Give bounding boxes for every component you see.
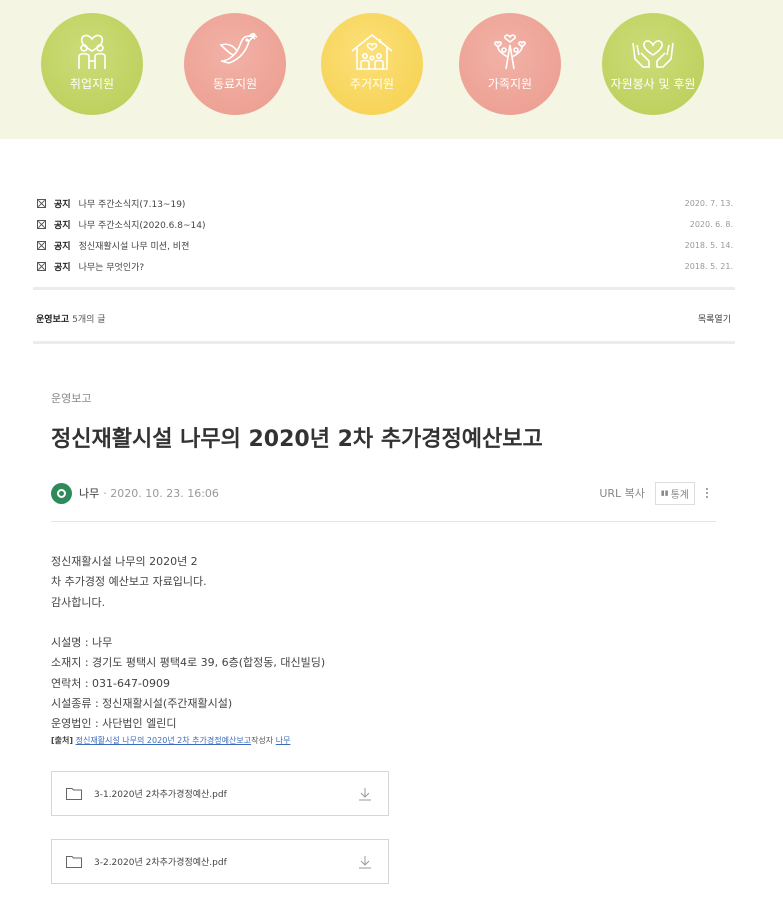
banner-item-employment[interactable]: 취업지원 bbox=[41, 13, 143, 115]
notice-tag: 공지 bbox=[54, 220, 71, 231]
body-line: 감사합니다. bbox=[51, 596, 106, 609]
banner-item-peer[interactable]: 동료지원 bbox=[184, 13, 286, 115]
hands-heart-icon bbox=[632, 39, 674, 68]
banner-item-housing[interactable]: 주거지원 bbox=[321, 13, 423, 115]
list-toggle-button[interactable]: 목록열기 bbox=[698, 312, 731, 325]
notice-date: 2018. 5. 14. bbox=[684, 240, 733, 250]
post-category-link[interactable]: 운영보고 bbox=[51, 390, 91, 406]
author-name[interactable]: 나무 bbox=[79, 485, 99, 501]
family-icon bbox=[78, 34, 106, 69]
post-count: 5개의 글 bbox=[72, 315, 106, 325]
banner-item-family[interactable]: 가족지원 bbox=[459, 13, 561, 115]
notice-row[interactable]: 공지 나무 주간소식지(2020.6.8~14) 2020. 6. 8. bbox=[33, 216, 733, 232]
banner-label: 주거지원 bbox=[349, 76, 395, 91]
folder-icon bbox=[66, 788, 82, 800]
banner-label: 자원봉사 및 후원 bbox=[610, 76, 696, 91]
source-author-link[interactable]: 나무 bbox=[276, 736, 291, 745]
notice-date: 2020. 7. 13. bbox=[684, 198, 733, 208]
file-name: 3-1.2020년 2차추가경정예산.pdf bbox=[94, 790, 227, 800]
section-divider bbox=[33, 341, 735, 344]
source-link[interactable]: 정신재활시설 나무의 2020년 2차 추가경정예산보고 bbox=[76, 736, 251, 745]
notice-icon bbox=[37, 219, 46, 229]
source-author-label: 작성자 bbox=[251, 736, 274, 745]
stats-button[interactable]: ▮▮ 통계 bbox=[654, 481, 695, 505]
notice-row[interactable]: 공지 정신재활시설 나무 미션, 비젼 2018. 5. 14. bbox=[33, 237, 733, 253]
download-icon[interactable] bbox=[358, 855, 372, 869]
body-line: 차 추가경정 예산보고 자료입니다. bbox=[51, 575, 207, 588]
notice-title-link[interactable]: 정신재활시설 나무 미션, 비젼 bbox=[79, 239, 190, 252]
chart-icon: ▮▮ bbox=[660, 489, 669, 497]
body-line: 시설종류 : 정신재활시설(주간재활시설) bbox=[51, 697, 233, 710]
notice-icon bbox=[37, 240, 46, 250]
more-options-icon[interactable] bbox=[698, 487, 716, 499]
banner-item-volunteer[interactable]: 자원봉사 및 후원 bbox=[602, 13, 704, 115]
post-divider bbox=[51, 521, 716, 522]
category-name[interactable]: 운영보고 bbox=[36, 312, 69, 325]
post-meta: 나무 · 2020. 10. 23. 16:06 URL 복사 ▮▮ 통계 bbox=[51, 481, 716, 505]
post-title: 정신재활시설 나무의 2020년 2차 추가경정예산보고 bbox=[51, 427, 543, 452]
notice-icon bbox=[37, 261, 46, 271]
body-line: 소재지 : 경기도 평택시 평택4로 39, 6층(합정동, 대신빌딩) bbox=[51, 656, 326, 669]
notice-date: 2018. 5. 21. bbox=[684, 261, 733, 271]
banner-label: 동료지원 bbox=[212, 76, 258, 91]
dove-icon bbox=[219, 32, 258, 64]
notice-row[interactable]: 공지 나무는 무엇인가? 2018. 5. 21. bbox=[33, 258, 733, 274]
notice-date: 2020. 6. 8. bbox=[689, 219, 733, 229]
notice-tag: 공지 bbox=[54, 199, 71, 210]
category-bar: 운영보고 5개의 글 목록열기 bbox=[36, 312, 731, 325]
attachment-file[interactable]: 3-2.2020년 2차추가경정예산.pdf bbox=[51, 839, 389, 884]
body-line: 연락처 : 031-647-0909 bbox=[51, 677, 170, 690]
notice-title-link[interactable]: 나무는 무엇인가? bbox=[79, 260, 145, 273]
download-icon[interactable] bbox=[358, 787, 372, 801]
notice-tag: 공지 bbox=[54, 241, 71, 252]
attachment-file[interactable]: 3-1.2020년 2차추가경정예산.pdf bbox=[51, 771, 389, 816]
file-name: 3-2.2020년 2차추가경정예산.pdf bbox=[94, 858, 227, 868]
notice-tag: 공지 bbox=[54, 262, 71, 273]
source-attribution: [출처] 정신재활시설 나무의 2020년 2차 추가경정예산보고작성자 나무 bbox=[51, 735, 290, 746]
body-line: 운영법인 : 사단법인 엘린디 bbox=[51, 717, 177, 730]
source-prefix: [출처] bbox=[51, 736, 74, 745]
body-line: 정신재활시설 나무의 2020년 2 bbox=[51, 555, 198, 568]
banner-label: 가족지원 bbox=[487, 76, 533, 91]
stats-label: 통계 bbox=[670, 489, 689, 501]
banner-label: 취업지원 bbox=[69, 76, 115, 91]
notice-icon bbox=[37, 198, 46, 208]
section-divider bbox=[33, 287, 735, 290]
url-copy-button[interactable]: URL 복사 bbox=[599, 485, 645, 501]
notice-title-link[interactable]: 나무 주간소식지(7.13~19) bbox=[79, 197, 186, 210]
heart-tree-icon bbox=[494, 33, 526, 69]
house-icon bbox=[351, 33, 393, 70]
body-line: 시설명 : 나무 bbox=[51, 636, 113, 649]
folder-icon bbox=[66, 856, 82, 868]
notice-row[interactable]: 공지 나무 주간소식지(7.13~19) 2020. 7. 13. bbox=[33, 195, 733, 211]
avatar[interactable] bbox=[51, 482, 72, 504]
notice-title-link[interactable]: 나무 주간소식지(2020.6.8~14) bbox=[79, 218, 206, 231]
post-date: · 2020. 10. 23. 16:06 bbox=[103, 486, 219, 500]
category-banner: 취업지원 동료지원 주거지원 가족지원 자원봉사 및 후원 bbox=[0, 0, 783, 139]
